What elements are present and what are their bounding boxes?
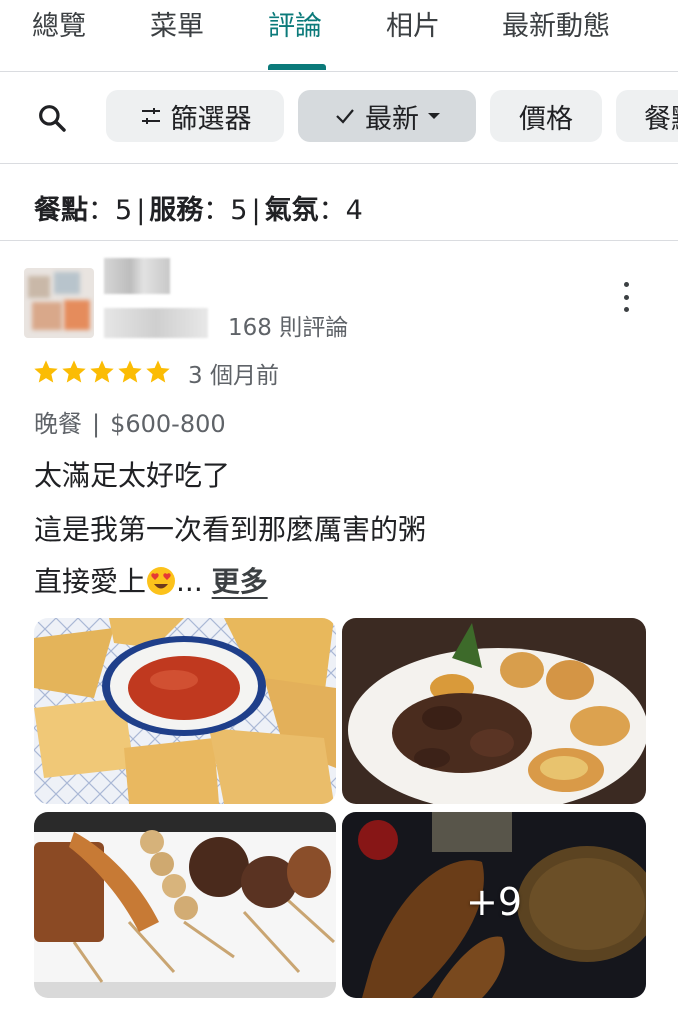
divider — [0, 240, 678, 241]
food-chip-label: 餐點 — [644, 103, 678, 135]
dropdown-caret-icon — [427, 111, 441, 121]
review-photo-3[interactable] — [34, 812, 336, 998]
review-photo-1[interactable] — [34, 618, 336, 804]
tab-photos[interactable]: 相片 — [386, 4, 440, 43]
review-photo-2[interactable] — [342, 618, 646, 804]
more-link[interactable]: 更多 — [212, 565, 268, 598]
review-text-line: 直接愛上 — [34, 565, 147, 598]
food-rating-label: 餐點 — [34, 195, 88, 226]
review-time: 3 個月前 — [188, 363, 279, 389]
service-rating-value: 5 — [230, 195, 248, 226]
atmosphere-rating-label: 氣氛 — [264, 195, 319, 226]
star-icon — [116, 358, 144, 386]
atmosphere-rating-value: 4 — [345, 195, 363, 226]
tab-overview[interactable]: 總覽 — [32, 4, 86, 43]
tab-menu[interactable]: 菜單 — [150, 4, 204, 43]
star-icon — [60, 358, 88, 386]
service-rating-label: 服務 — [149, 195, 204, 226]
reviewer-name-blurred[interactable] — [104, 258, 170, 294]
price-chip-label: 價格 — [519, 103, 573, 135]
sort-newest-chip[interactable]: 最新 — [298, 90, 476, 142]
tab-reviews[interactable]: 評論 — [268, 4, 322, 43]
food-rating-value: 5 — [115, 195, 133, 226]
review-text-line: 太滿足太好吃了 — [34, 459, 231, 492]
check-icon — [333, 104, 357, 128]
star-icon — [144, 358, 172, 386]
review-text-last-line: 直接愛上 ... 更多 — [34, 560, 268, 600]
price-range: $600-800 — [110, 410, 226, 438]
meal-type: 晚餐 — [34, 410, 82, 438]
filter-chip-label: 篩選器 — [170, 103, 252, 135]
star-rating — [32, 358, 172, 386]
review-text-line: 這是我第一次看到那麼厲害的粥 — [34, 513, 427, 546]
star-icon — [88, 358, 116, 386]
more-options-icon[interactable] — [614, 282, 638, 312]
price-chip[interactable]: 價格 — [490, 90, 602, 142]
star-icon — [32, 358, 60, 386]
reviewer-review-count: 168 則評論 — [228, 315, 349, 341]
tab-bar: 總覽 菜單 評論 相片 最新動態 — [0, 0, 678, 72]
filter-bar: 篩選器 最新 價格 餐點 — [0, 72, 678, 164]
food-chip[interactable]: 餐點 — [616, 90, 678, 142]
sort-chip-label: 最新 — [365, 103, 419, 135]
ellipsis: ... — [176, 565, 203, 598]
avatar[interactable] — [24, 268, 94, 338]
more-photos-count[interactable]: +9 — [466, 880, 522, 924]
heart-eyes-emoji-icon — [146, 566, 176, 596]
meal-info: 晚餐 | $600-800 — [34, 410, 226, 438]
filter-chip[interactable]: 篩選器 — [106, 90, 284, 142]
active-tab-indicator — [268, 64, 326, 70]
search-icon — [39, 105, 66, 132]
aspect-ratings: 餐點：5 | 服務：5 | 氣氛：4 — [34, 195, 363, 226]
tune-icon — [139, 104, 163, 128]
tab-updates[interactable]: 最新動態 — [502, 4, 610, 43]
reviewer-meta-blurred — [104, 308, 208, 338]
search-button[interactable] — [30, 96, 74, 140]
